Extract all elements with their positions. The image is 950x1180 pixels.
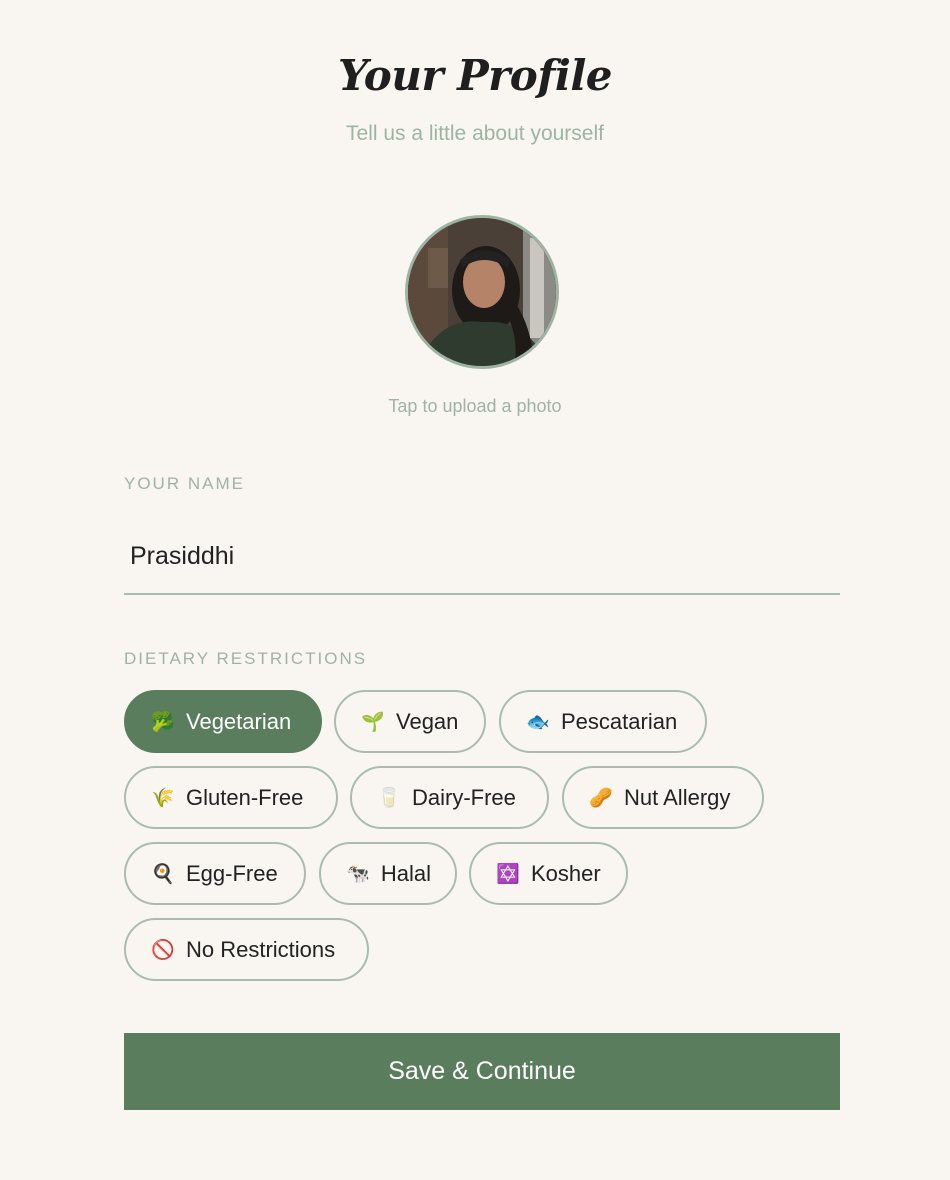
upload-photo-hint: Tap to upload a photo (388, 396, 562, 416)
peanut-icon: 🥜 (589, 787, 613, 809)
chip-label: Egg-Free (186, 860, 278, 886)
fish-icon: 🐟 (526, 711, 550, 733)
chip-dairy-free[interactable]: 🥛 Dairy-Free (350, 766, 549, 829)
star-of-david-icon: ✡️ (496, 863, 520, 885)
chip-label: Dairy-Free (412, 784, 516, 810)
chip-label: Pescatarian (561, 708, 678, 734)
chip-pescatarian[interactable]: 🐟 Pescatarian (499, 690, 707, 753)
dietary-restrictions-label: DIETARY RESTRICTIONS (124, 649, 368, 668)
chip-nut-allergy[interactable]: 🥜 Nut Allergy (562, 766, 764, 829)
chip-kosher[interactable]: ✡️ Kosher (469, 842, 628, 905)
avatar (408, 218, 556, 366)
wheat-icon: 🌾 (151, 787, 175, 809)
prohibited-icon: 🚫 (151, 939, 175, 961)
chip-label: Kosher (531, 860, 601, 886)
page-title: Your Profile (337, 51, 613, 100)
chip-vegetarian[interactable]: 🥦 Vegetarian (124, 690, 322, 753)
page-subtitle: Tell us a little about yourself (346, 122, 604, 145)
chip-label: No Restrictions (186, 936, 336, 962)
name-input[interactable] (124, 520, 840, 595)
chip-label: Nut Allergy (624, 784, 731, 810)
chip-label: Vegan (396, 708, 459, 734)
chip-label: Halal (380, 860, 431, 886)
chip-halal[interactable]: 🐄 Halal (319, 842, 457, 905)
save-continue-button[interactable]: Save & Continue (124, 1033, 840, 1110)
profile-page: Your Profile Tell us a little about your… (0, 0, 950, 1180)
chip-gluten-free[interactable]: 🌾 Gluten-Free (124, 766, 338, 829)
chip-label: Vegetarian (186, 708, 292, 734)
profile-photo-upload[interactable] (405, 215, 559, 369)
chip-label: Gluten-Free (186, 784, 304, 810)
chip-vegan[interactable]: 🌱 Vegan (334, 690, 486, 753)
seedling-icon: 🌱 (361, 711, 385, 733)
broccoli-icon: 🥦 (151, 711, 175, 733)
chip-egg-free[interactable]: 🍳 Egg-Free (124, 842, 306, 905)
name-label: YOUR NAME (124, 474, 245, 493)
milk-glass-icon: 🥛 (377, 787, 401, 809)
fried-egg-icon: 🍳 (151, 863, 175, 885)
chip-no-restrictions[interactable]: 🚫 No Restrictions (124, 918, 369, 981)
cow-icon: 🐄 (346, 863, 370, 885)
